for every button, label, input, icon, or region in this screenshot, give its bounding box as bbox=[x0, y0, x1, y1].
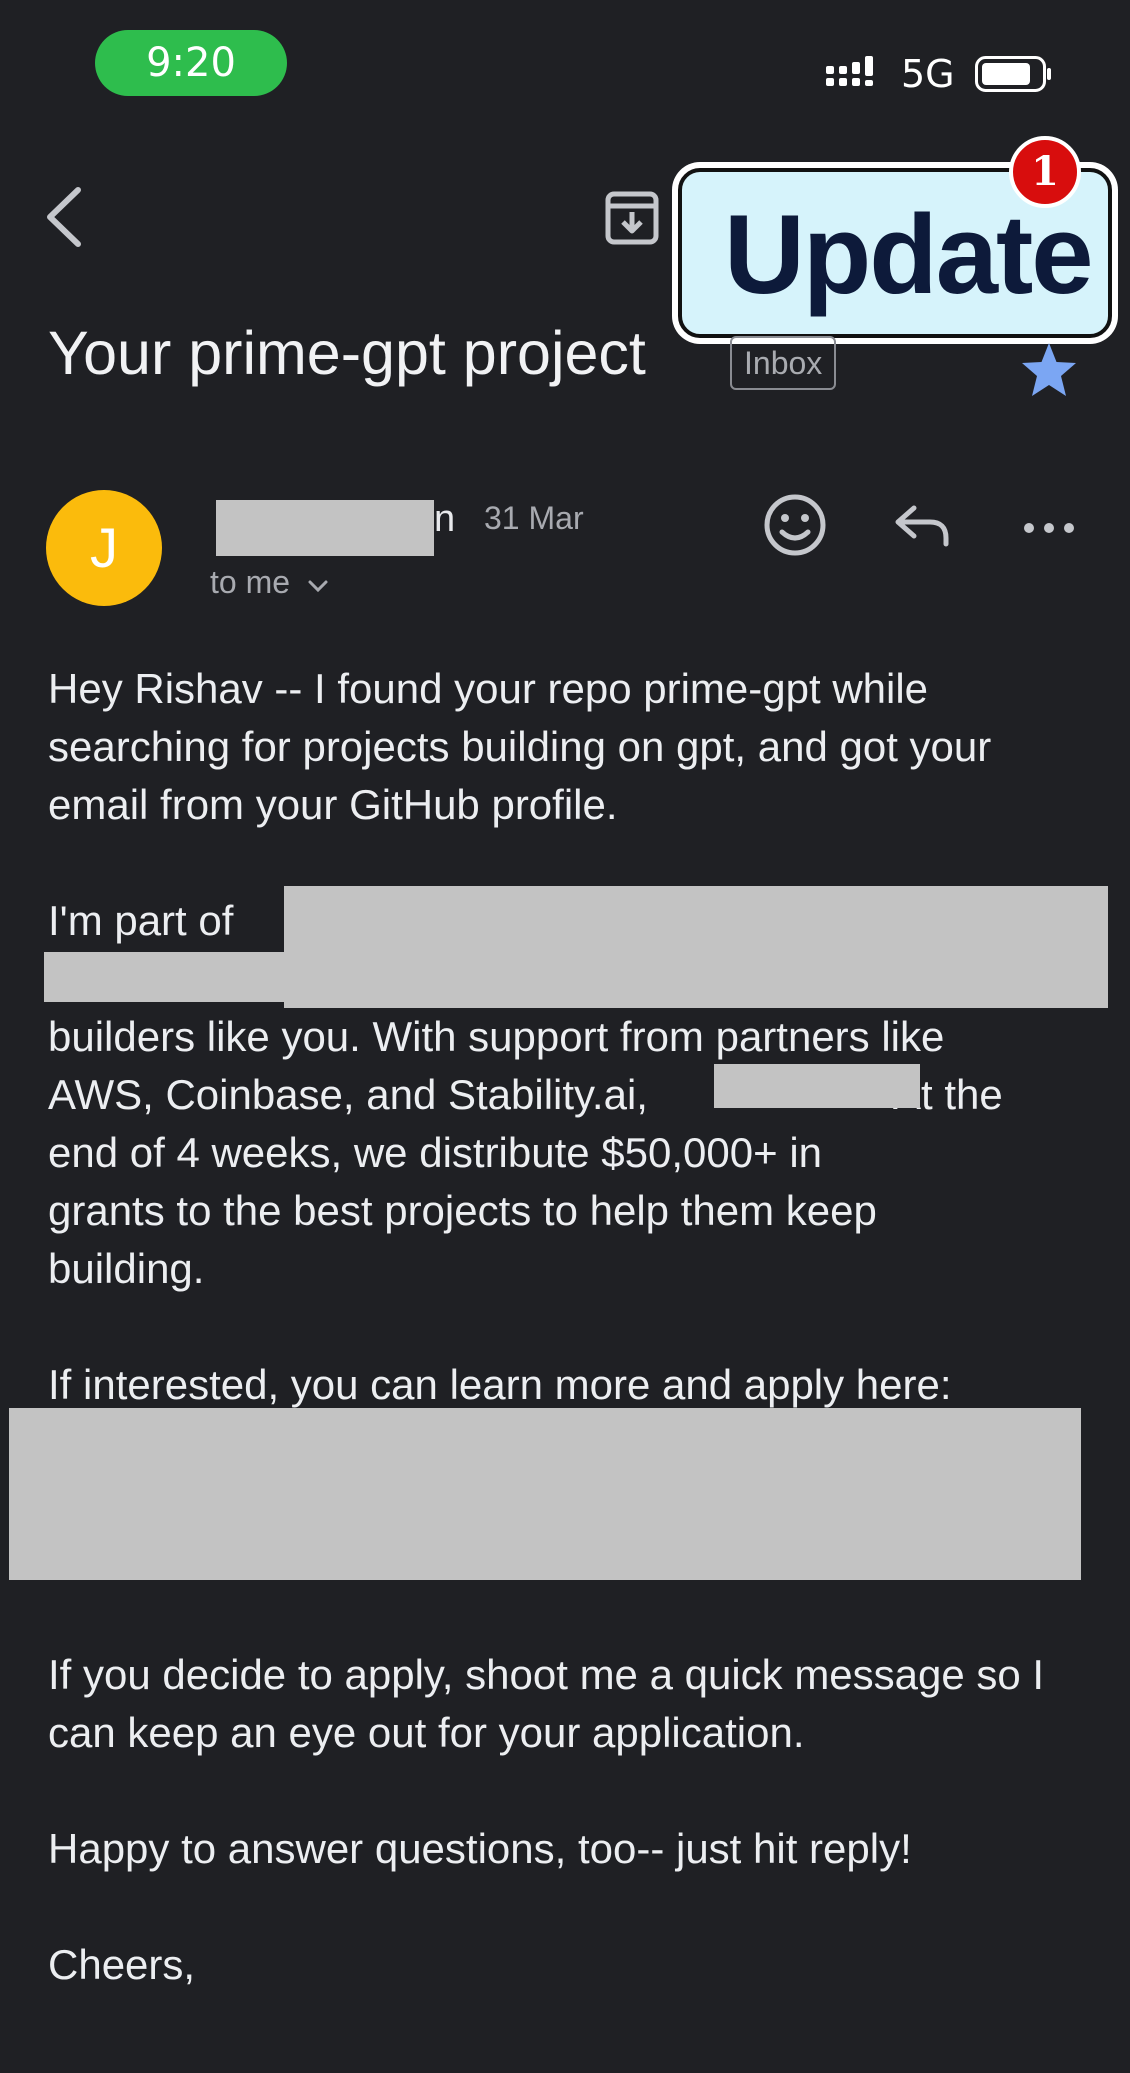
status-time: 9:20 bbox=[95, 30, 287, 96]
body-text: AWS, Coinbase, and Stability.ai, bbox=[48, 1071, 648, 1118]
inbox-label-chip[interactable]: Inbox bbox=[730, 336, 837, 390]
body-paragraph: If interested, you can learn more and ap… bbox=[48, 1361, 952, 1408]
redacted-sender-name bbox=[216, 500, 434, 556]
body-paragraph: If you decide to apply, shoot me a quick… bbox=[48, 1651, 1045, 1756]
back-arrow-icon[interactable] bbox=[40, 182, 90, 252]
redaction-block bbox=[9, 1408, 1081, 1580]
battery-icon bbox=[975, 56, 1051, 92]
body-paragraph: Happy to answer questions, too-- just hi… bbox=[48, 1825, 912, 1872]
email-body: Hey Rishav -- I found your repo prime-gp… bbox=[48, 660, 1088, 2052]
redaction-block bbox=[284, 1000, 1108, 1008]
body-paragraph: Cheers, bbox=[48, 1941, 196, 1988]
chevron-down-icon bbox=[308, 580, 328, 593]
recipient-toggle[interactable]: to me bbox=[210, 564, 329, 601]
reply-icon[interactable] bbox=[888, 490, 958, 560]
body-text: grants to the best projects to help them… bbox=[48, 1187, 877, 1234]
emoji-icon[interactable] bbox=[760, 490, 830, 560]
body-paragraph: Hey Rishav -- I found your repo prime-gp… bbox=[48, 665, 992, 828]
sender-row: J n 31 Mar to me bbox=[0, 490, 1130, 630]
update-count-badge: 1 bbox=[1009, 136, 1081, 208]
email-subject: Your prime-gpt project bbox=[48, 319, 646, 387]
body-text: I'm part of bbox=[48, 897, 234, 944]
avatar[interactable]: J bbox=[46, 490, 162, 606]
body-text: building. bbox=[48, 1245, 205, 1292]
body-text: builders like you. With support from par… bbox=[48, 1013, 945, 1060]
status-bar: 9:20 5G bbox=[0, 0, 1130, 120]
redaction-block bbox=[44, 952, 1108, 1002]
sender-date: 31 Mar bbox=[484, 500, 584, 536]
network-type: 5G bbox=[901, 52, 955, 96]
archive-icon[interactable] bbox=[604, 190, 660, 246]
star-icon[interactable] bbox=[1018, 340, 1080, 402]
body-text: end of 4 weeks, we distribute $50,000+ i… bbox=[48, 1129, 823, 1176]
update-label: Update bbox=[724, 192, 1094, 317]
redaction-block bbox=[714, 1064, 920, 1108]
signal-icon bbox=[826, 56, 873, 86]
more-icon[interactable] bbox=[1014, 490, 1084, 560]
